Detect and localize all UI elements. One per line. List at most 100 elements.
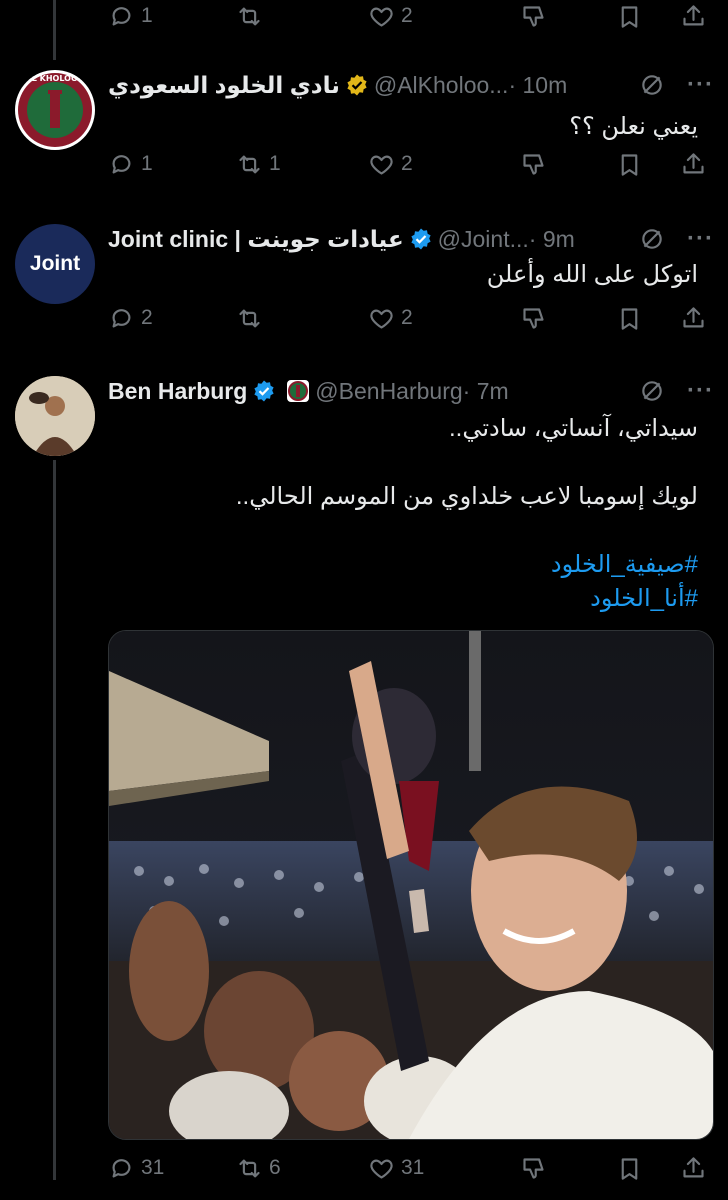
- bookmark-button[interactable]: [616, 1155, 643, 1182]
- bookmark-button[interactable]: [616, 151, 643, 178]
- bookmark-icon: [621, 153, 638, 176]
- grok-icon[interactable]: [639, 72, 665, 98]
- action-bar: 31 6 31: [108, 1152, 708, 1184]
- retweet-count: 6: [269, 1156, 281, 1179]
- reply-icon: [112, 6, 131, 25]
- reply-button[interactable]: 2: [108, 305, 153, 332]
- share-icon: [683, 4, 704, 25]
- reply-icon: [112, 308, 131, 327]
- reply-count: 31: [141, 1156, 165, 1179]
- tweet-text-line-1: سيداتي، آنساتي، سادتي..: [448, 415, 698, 442]
- more-icon[interactable]: ···: [687, 225, 714, 253]
- share-icon: [683, 306, 704, 327]
- like-icon: [370, 155, 393, 175]
- avatar-joint-text: Joint: [29, 252, 81, 275]
- like-count: 2: [401, 306, 413, 329]
- tweet-text: يعني نعلن ؟؟: [569, 113, 698, 140]
- verified-badge-icon: [411, 228, 431, 250]
- timestamp[interactable]: · 7m: [463, 378, 509, 405]
- share-button[interactable]: [680, 1155, 707, 1182]
- avatar-joint-clinic[interactable]: Joint: [15, 224, 95, 304]
- hashtag-link[interactable]: #أنا_الخلود: [590, 582, 698, 615]
- tweet-header: نادي الخلود السعودي @AlKholoo... · 10m ·…: [108, 68, 714, 102]
- downvote-button[interactable]: [520, 305, 547, 332]
- share-icon: [683, 152, 704, 173]
- more-icon[interactable]: ···: [687, 71, 714, 99]
- reply-icon: [112, 154, 131, 173]
- retweet-icon: [239, 1159, 260, 1177]
- bookmark-icon: [621, 1157, 638, 1180]
- retweet-button[interactable]: [236, 3, 263, 30]
- downvote-icon: [523, 5, 544, 27]
- hashtag-link[interactable]: #صيفية_الخلود: [551, 548, 698, 581]
- downvote-button[interactable]: [520, 151, 547, 178]
- bookmark-button[interactable]: [616, 3, 643, 30]
- downvote-icon: [523, 153, 544, 175]
- more-icon[interactable]: ···: [687, 377, 714, 405]
- alkholood-logo: AL KHOLOOD: [18, 73, 92, 147]
- handle[interactable]: @BenHarburg: [315, 378, 462, 405]
- avatar-ben-harburg[interactable]: [15, 376, 95, 456]
- timestamp[interactable]: · 10m: [508, 72, 567, 99]
- avatar-photo: [15, 376, 95, 456]
- retweet-button[interactable]: 6: [236, 1155, 281, 1182]
- downvote-icon: [523, 1157, 544, 1179]
- verified-badge-icon: [254, 380, 274, 402]
- like-count: 31: [401, 1156, 425, 1179]
- tweet-joint-clinic[interactable]: Joint Joint clinic | عيادات جوينت @Joint…: [0, 214, 728, 354]
- like-icon: [370, 309, 393, 329]
- like-button[interactable]: 31: [368, 1155, 424, 1182]
- avatar-alkholood-text: AL KHOLOOD: [26, 74, 85, 83]
- reply-button[interactable]: 1: [108, 151, 153, 178]
- action-bar: 1 2: [108, 0, 708, 32]
- bookmark-icon: [621, 307, 638, 330]
- tweet-alkholood[interactable]: AL KHOLOOD نادي الخلود السعودي @AlKholoo…: [0, 60, 728, 190]
- reply-icon: [112, 1158, 131, 1177]
- tweet-header: Joint clinic | عيادات جوينت @Joint... · …: [108, 222, 714, 256]
- downvote-button[interactable]: [520, 1155, 547, 1182]
- like-icon: [370, 7, 393, 27]
- timestamp[interactable]: · 9m: [529, 226, 575, 253]
- handle[interactable]: @AlKholoo...: [374, 72, 509, 99]
- like-button[interactable]: 2: [368, 151, 413, 178]
- share-button[interactable]: [680, 151, 707, 178]
- display-name[interactable]: نادي الخلود السعودي: [108, 72, 340, 99]
- retweet-icon: [239, 309, 260, 327]
- grok-icon[interactable]: [639, 226, 665, 252]
- bookmark-button[interactable]: [616, 305, 643, 332]
- handle[interactable]: @Joint...: [438, 226, 529, 253]
- bookmark-icon: [621, 5, 638, 28]
- downvote-icon: [523, 307, 544, 329]
- tweet-media-photo[interactable]: [108, 630, 714, 1140]
- reply-count: 2: [141, 306, 153, 329]
- media-illustration: [109, 631, 713, 1139]
- retweet-button[interactable]: 1: [236, 151, 281, 178]
- grok-icon[interactable]: [639, 378, 665, 404]
- action-bar: 1 1 2: [108, 148, 708, 180]
- like-button[interactable]: 2: [368, 305, 413, 332]
- retweet-icon: [239, 155, 260, 173]
- tweet-text-line-2: لويك إسومبا لاعب خلداوي من الموسم الحالي…: [235, 483, 698, 510]
- like-count: 2: [401, 152, 413, 175]
- downvote-button[interactable]: [520, 3, 547, 30]
- reply-button[interactable]: 31: [108, 1155, 164, 1182]
- like-count: 2: [401, 4, 413, 27]
- like-button[interactable]: 2: [368, 3, 413, 30]
- display-name[interactable]: Ben Harburg: [108, 378, 247, 405]
- share-icon: [683, 1156, 704, 1177]
- retweet-button[interactable]: [236, 305, 263, 332]
- action-bar: 2 2: [108, 302, 708, 334]
- verified-badge-icon: [347, 74, 367, 96]
- affiliate-badge-icon: [287, 380, 310, 402]
- share-button[interactable]: [680, 3, 707, 30]
- tweet-header: Ben Harburg @BenHarburg · 7m ···: [108, 374, 714, 408]
- like-icon: [370, 1159, 393, 1179]
- retweet-icon: [239, 7, 260, 25]
- tweet-text: اتوكل على الله وأعلن: [486, 261, 698, 288]
- reply-button[interactable]: 1: [108, 3, 153, 30]
- reply-count: 1: [141, 152, 153, 175]
- reply-count: 1: [141, 4, 153, 27]
- share-button[interactable]: [680, 305, 707, 332]
- display-name[interactable]: Joint clinic | عيادات جوينت: [108, 226, 404, 253]
- avatar-alkholood[interactable]: AL KHOLOOD: [15, 70, 95, 150]
